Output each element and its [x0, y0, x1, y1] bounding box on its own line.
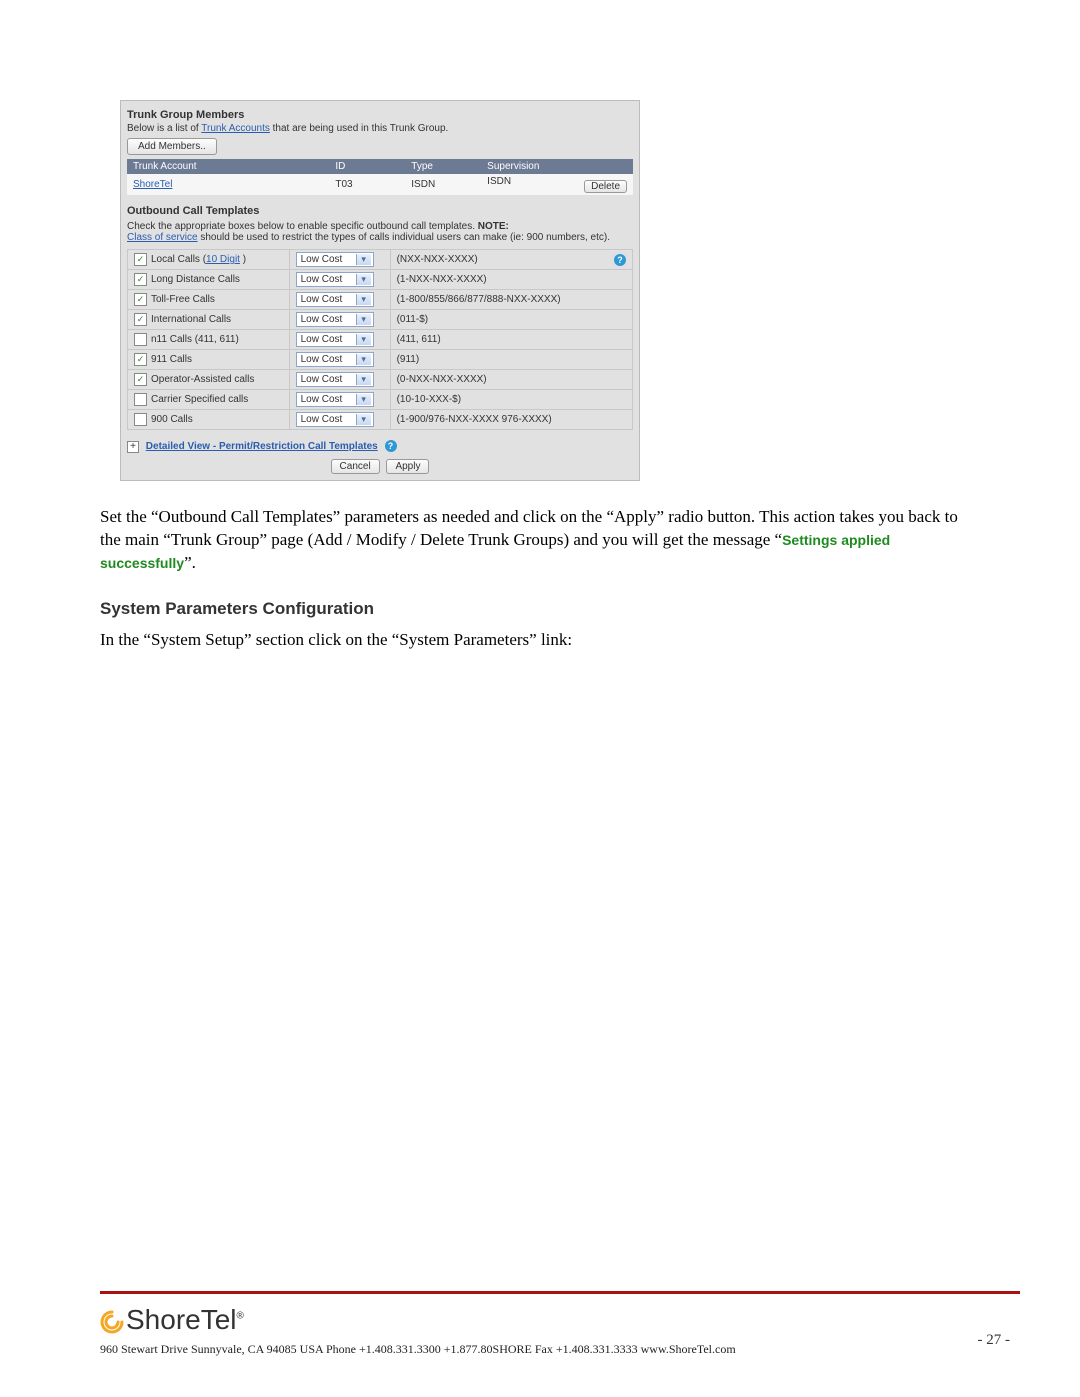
cost-select[interactable]: Low Cost▾: [296, 392, 374, 407]
pattern-cell: (911): [390, 350, 632, 370]
checkbox[interactable]: ✓: [134, 353, 147, 366]
section-heading: System Parameters Configuration: [100, 599, 980, 619]
config-screenshot: Trunk Group Members Below is a list of T…: [120, 100, 640, 481]
trunk-account-link[interactable]: ShoreTel: [133, 179, 172, 190]
help-icon[interactable]: ?: [614, 254, 626, 266]
col-supervision: Supervision: [481, 159, 633, 174]
add-members-button[interactable]: Add Members..: [127, 138, 217, 155]
checkbox[interactable]: ✓: [134, 293, 147, 306]
checkbox[interactable]: [134, 333, 147, 346]
cost-select[interactable]: Low Cost▾: [296, 352, 374, 367]
col-type: Type: [405, 159, 481, 174]
outbound-row: ✓Local Calls (10 Digit )Low Cost▾(NXX-NX…: [128, 250, 633, 270]
pattern-cell: (411, 611): [390, 330, 632, 350]
cost-select[interactable]: Low Cost▾: [296, 332, 374, 347]
outbound-row: ✓Long Distance CallsLow Cost▾(1-NXX-NXX-…: [128, 270, 633, 290]
chevron-down-icon: ▾: [356, 254, 371, 265]
outbound-row: ✓Toll-Free CallsLow Cost▾(1-800/855/866/…: [128, 290, 633, 310]
chevron-down-icon: ▾: [356, 414, 371, 425]
cost-select[interactable]: Low Cost▾: [296, 252, 374, 267]
pattern-cell: (1-NXX-NXX-XXXX): [390, 270, 632, 290]
shoretel-logo: ShoreTel®: [100, 1304, 1020, 1336]
outbound-row: n11 Calls (411, 611)Low Cost▾(411, 611): [128, 330, 633, 350]
chevron-down-icon: ▾: [356, 294, 371, 305]
outbound-row: ✓International CallsLow Cost▾(011-$): [128, 310, 633, 330]
outbound-row: ✓Operator-Assisted callsLow Cost▾(0-NXX-…: [128, 370, 633, 390]
cost-select[interactable]: Low Cost▾: [296, 272, 374, 287]
digit-link[interactable]: 10 Digit: [206, 254, 240, 265]
cost-select[interactable]: Low Cost▾: [296, 412, 374, 427]
paragraph-1: Set the “Outbound Call Templates” parame…: [100, 506, 980, 575]
logo-swirl-icon: [100, 1310, 124, 1334]
class-of-service-link[interactable]: Class of service: [127, 232, 198, 243]
col-id: ID: [329, 159, 405, 174]
outbound-title: Outbound Call Templates: [127, 205, 633, 217]
chevron-down-icon: ▾: [356, 394, 371, 405]
col-trunk-account: Trunk Account: [127, 159, 329, 174]
outbound-row: Carrier Specified callsLow Cost▾(10-10-X…: [128, 390, 633, 410]
outbound-note: Check the appropriate boxes below to ena…: [127, 221, 633, 243]
checkbox[interactable]: [134, 413, 147, 426]
expand-icon[interactable]: +: [127, 441, 139, 453]
delete-button[interactable]: Delete: [584, 180, 627, 193]
pattern-cell: (10-10-XXX-$): [390, 390, 632, 410]
chevron-down-icon: ▾: [356, 374, 371, 385]
trunk-group-title: Trunk Group Members: [127, 109, 631, 121]
pattern-cell: (1-800/855/866/877/888-NXX-XXXX): [390, 290, 632, 310]
table-row: ShoreTel T03 ISDN ISDN Delete: [127, 174, 633, 195]
paragraph-2: In the “System Setup” section click on t…: [100, 629, 980, 652]
chevron-down-icon: ▾: [356, 334, 371, 345]
checkbox[interactable]: [134, 393, 147, 406]
chevron-down-icon: ▾: [356, 354, 371, 365]
page-number: - 27 -: [978, 1332, 1011, 1349]
apply-button[interactable]: Apply: [386, 459, 429, 474]
cancel-button[interactable]: Cancel: [331, 459, 380, 474]
checkbox[interactable]: ✓: [134, 273, 147, 286]
chevron-down-icon: ▾: [356, 274, 371, 285]
checkbox[interactable]: ✓: [134, 253, 147, 266]
trunk-accounts-link[interactable]: Trunk Accounts: [201, 123, 270, 134]
trunk-accounts-table: Trunk Account ID Type Supervision ShoreT…: [127, 159, 633, 195]
pattern-cell: (011-$): [390, 310, 632, 330]
cost-select[interactable]: Low Cost▾: [296, 292, 374, 307]
page-footer: ShoreTel® 960 Stewart Drive Sunnyvale, C…: [100, 1291, 1020, 1357]
checkbox[interactable]: ✓: [134, 373, 147, 386]
pattern-cell: (0-NXX-NXX-XXXX): [390, 370, 632, 390]
footer-address: 960 Stewart Drive Sunnyvale, CA 94085 US…: [100, 1342, 1020, 1357]
outbound-templates-table: ✓Local Calls (10 Digit )Low Cost▾(NXX-NX…: [127, 249, 633, 430]
pattern-cell: (1-900/976-NXX-XXXX 976-XXXX): [390, 410, 632, 430]
chevron-down-icon: ▾: [356, 314, 371, 325]
help-icon[interactable]: ?: [385, 440, 397, 452]
pattern-cell: (NXX-NXX-XXXX)?: [390, 250, 632, 270]
cost-select[interactable]: Low Cost▾: [296, 372, 374, 387]
trunk-group-subtitle: Below is a list of Trunk Accounts that a…: [127, 123, 633, 134]
outbound-row: 900 CallsLow Cost▾(1-900/976-NXX-XXXX 97…: [128, 410, 633, 430]
cost-select[interactable]: Low Cost▾: [296, 312, 374, 327]
outbound-row: ✓911 CallsLow Cost▾(911): [128, 350, 633, 370]
checkbox[interactable]: ✓: [134, 313, 147, 326]
detailed-view-link[interactable]: Detailed View - Permit/Restriction Call …: [146, 441, 378, 452]
